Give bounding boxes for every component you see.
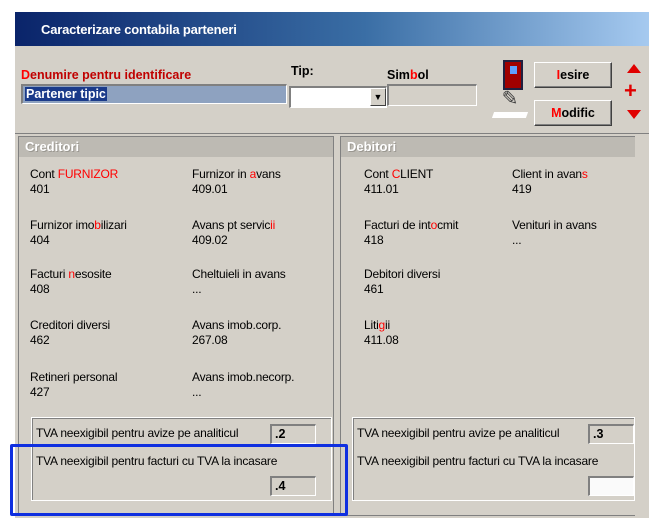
chevron-down-icon[interactable]: ▼ <box>370 88 386 106</box>
denumire-input[interactable]: Partener tipic <box>21 84 287 104</box>
edit-pen-icon: ✎ <box>493 84 527 118</box>
nav-down-icon[interactable] <box>627 110 641 119</box>
denumire-value: Partener tipic <box>25 87 107 101</box>
creditori-account-2[interactable]: Furnizor imobilizari 404 <box>30 218 127 248</box>
debitori-account-2[interactable]: Facturi de intocmit 418 <box>364 218 458 248</box>
debitori-account-4[interactable]: Debitori diversi 461 <box>364 267 440 297</box>
iesire-button[interactable]: Iesire <box>534 62 612 88</box>
simbol-label-pre: Sim <box>387 68 410 82</box>
denumire-label: Denumire pentru identificare <box>21 68 191 82</box>
creditori-account-8[interactable]: Retineri personal 427 <box>30 370 118 400</box>
creditori-tva-facturi-label: TVA neexigibil pentru facturi cu TVA la … <box>36 454 278 468</box>
simbol-input[interactable] <box>387 84 477 106</box>
creditori-tva-facturi-input[interactable]: .4 <box>270 476 316 496</box>
nav-add-icon[interactable]: + <box>624 80 637 102</box>
tip-select[interactable]: ▼ <box>289 86 387 108</box>
debitori-account-5[interactable]: Litigii 411.08 <box>364 318 399 348</box>
window-title: Caracterizare contabila parteneri <box>41 22 237 37</box>
debitori-account-3[interactable]: Venituri in avans ... <box>512 218 597 248</box>
creditori-account-1[interactable]: Furnizor in avans 409.01 <box>192 167 281 197</box>
tip-label: Tip: <box>291 64 314 78</box>
creditori-account-6[interactable]: Creditori diversi 462 <box>30 318 110 348</box>
iesire-label: esire <box>560 68 590 82</box>
creditori-account-5[interactable]: Cheltuieli in avans ... <box>192 267 286 297</box>
modific-button[interactable]: Modific <box>534 100 612 126</box>
creditori-account-9[interactable]: Avans imob.necorp. ... <box>192 370 294 400</box>
debitori-account-1[interactable]: Client in avans 419 <box>512 167 588 197</box>
debitori-tva-avize-label: TVA neexigibil pentru avize pe analiticu… <box>357 426 560 440</box>
creditori-header: Creditori <box>19 137 333 157</box>
debitori-tva-avize-input[interactable]: .3 <box>588 424 634 444</box>
debitori-tva-facturi-label: TVA neexigibil pentru facturi cu TVA la … <box>357 454 599 468</box>
creditori-account-4[interactable]: Facturi nesosite 408 <box>30 267 112 297</box>
creditori-account-0[interactable]: Cont FURNIZOR 401 <box>30 167 118 197</box>
simbol-label-hotkey: b <box>409 68 418 82</box>
title-bar: Caracterizare contabila parteneri <box>15 12 649 46</box>
debitori-tva-facturi-input[interactable] <box>588 476 634 496</box>
debitori-header: Debitori <box>341 137 635 157</box>
nav-up-icon[interactable] <box>627 64 641 73</box>
top-strip <box>0 0 649 12</box>
denumire-label-hotkey: D <box>21 68 31 82</box>
creditori-tva-avize-label: TVA neexigibil pentru avize pe analiticu… <box>36 426 239 440</box>
creditori-tva-avize-input[interactable]: .2 <box>270 424 316 444</box>
modific-hotkey: M <box>551 106 562 120</box>
simbol-label-post: ol <box>417 68 429 82</box>
identification-panel: Denumire pentru identificare Partener ti… <box>15 46 649 134</box>
creditori-account-7[interactable]: Avans imob.corp. 267.08 <box>192 318 281 348</box>
creditori-account-3[interactable]: Avans pt servicii 409.02 <box>192 218 275 248</box>
debitori-account-0[interactable]: Cont CLIENT 411.01 <box>364 167 433 197</box>
denumire-label-text: enumire pentru identificare <box>30 68 192 82</box>
simbol-label: Simbol <box>387 68 429 82</box>
modific-label: odific <box>561 106 595 120</box>
